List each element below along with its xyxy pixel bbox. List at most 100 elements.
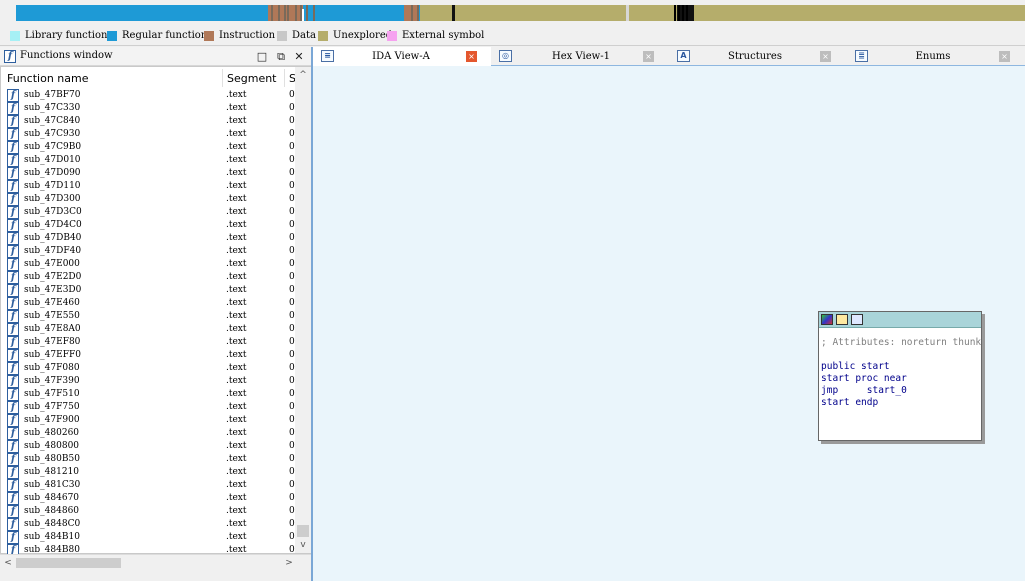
function-name: sub_4848C0 bbox=[24, 519, 81, 529]
code-line[interactable]: start endp bbox=[821, 397, 981, 409]
column-divider[interactable] bbox=[284, 69, 285, 87]
code-comment-line[interactable]: ; Attributes: noreturn thunk bbox=[821, 337, 981, 349]
scrollbar-thumb[interactable] bbox=[297, 525, 309, 537]
scroll-right-icon[interactable]: > bbox=[281, 555, 297, 571]
function-name: sub_481C30 bbox=[24, 480, 81, 490]
table-row[interactable]: fsub_47C840.text00 bbox=[1, 115, 295, 128]
function-icon: f bbox=[7, 141, 19, 154]
close-icon[interactable]: × bbox=[466, 51, 477, 62]
table-row[interactable]: fsub_481210.text00 bbox=[1, 466, 295, 479]
nav-segment bbox=[284, 5, 286, 21]
scroll-up-icon[interactable]: ^ bbox=[295, 67, 311, 83]
table-row[interactable]: fsub_47D090.text00 bbox=[1, 167, 295, 180]
horizontal-scrollbar[interactable]: < > bbox=[0, 554, 311, 570]
function-name: sub_47D090 bbox=[24, 168, 81, 178]
functions-window-titlebar[interactable]: f Functions window □ ⧉ ✕ bbox=[0, 47, 311, 66]
legend-label: Library function bbox=[25, 30, 108, 41]
table-row[interactable]: fsub_47EF80.text00 bbox=[1, 336, 295, 349]
nav-segment bbox=[686, 5, 688, 21]
restore-button[interactable]: ⧉ bbox=[273, 49, 289, 64]
tab-ida-view-a[interactable]: ≡ IDA View-A × bbox=[313, 47, 491, 66]
navigation-band[interactable] bbox=[0, 0, 1025, 26]
function-name: sub_481210 bbox=[24, 467, 80, 477]
table-row[interactable]: fsub_47F900.text00 bbox=[1, 414, 295, 427]
navigation-bar[interactable] bbox=[16, 5, 1025, 21]
functions-list-header: Function name Segment S bbox=[1, 67, 296, 89]
table-row[interactable]: fsub_47DB40.text00 bbox=[1, 232, 295, 245]
rename-icon[interactable] bbox=[836, 314, 848, 325]
tab-hex-view-1[interactable]: ◎ Hex View-1 × bbox=[491, 47, 669, 66]
ida-view-graph[interactable]: ; Attributes: noreturn thunk public start… bbox=[313, 66, 1025, 581]
color-icon[interactable] bbox=[821, 314, 833, 325]
scroll-left-icon[interactable]: < bbox=[0, 555, 16, 571]
function-name: sub_47E8A0 bbox=[24, 324, 81, 334]
scroll-down-icon[interactable]: v bbox=[295, 537, 311, 553]
table-row[interactable]: fsub_47F080.text00 bbox=[1, 362, 295, 375]
code-line[interactable] bbox=[821, 349, 981, 361]
column-divider[interactable] bbox=[222, 69, 223, 87]
column-header-segment[interactable]: Segment bbox=[227, 72, 277, 85]
nav-segment bbox=[278, 5, 280, 21]
close-icon[interactable]: × bbox=[820, 51, 831, 62]
table-row[interactable]: fsub_481C30.text00 bbox=[1, 479, 295, 492]
legend-item: Regular function bbox=[107, 30, 207, 41]
function-name: sub_47C930 bbox=[24, 129, 81, 139]
table-row[interactable]: fsub_47C9B0.text00 bbox=[1, 141, 295, 154]
table-row[interactable]: fsub_47D300.text00 bbox=[1, 193, 295, 206]
table-row[interactable]: fsub_480800.text00 bbox=[1, 440, 295, 453]
table-row[interactable]: fsub_480260.text00 bbox=[1, 427, 295, 440]
table-row[interactable]: fsub_4848C0.text00 bbox=[1, 518, 295, 531]
table-row[interactable]: fsub_47E8A0.text00 bbox=[1, 323, 295, 336]
table-row[interactable]: fsub_480B50.text00 bbox=[1, 453, 295, 466]
table-row[interactable]: fsub_47E000.text00 bbox=[1, 258, 295, 271]
vertical-scrollbar[interactable]: ^ v bbox=[295, 67, 311, 553]
close-icon[interactable]: × bbox=[643, 51, 654, 62]
code-line[interactable]: start proc near bbox=[821, 373, 981, 385]
table-row[interactable]: fsub_47BF70.text00 bbox=[1, 89, 295, 102]
tab-structures[interactable]: A Structures × bbox=[669, 47, 847, 66]
table-row[interactable]: fsub_47D110.text00 bbox=[1, 180, 295, 193]
function-name: sub_480260 bbox=[24, 428, 80, 438]
close-icon[interactable]: × bbox=[999, 51, 1010, 62]
function-segment: .text bbox=[226, 506, 247, 516]
table-row[interactable]: fsub_47E3D0.text00 bbox=[1, 284, 295, 297]
function-name: sub_47BF70 bbox=[24, 90, 81, 100]
table-row[interactable]: fsub_47D010.text00 bbox=[1, 154, 295, 167]
function-icon: f bbox=[7, 440, 19, 453]
table-row[interactable]: fsub_47E2D0.text00 bbox=[1, 271, 295, 284]
nav-segment bbox=[16, 5, 420, 21]
table-row[interactable]: fsub_47F510.text00 bbox=[1, 388, 295, 401]
tab-enums[interactable]: ≣ Enums × bbox=[847, 47, 1025, 66]
table-row[interactable]: fsub_484670.text00 bbox=[1, 492, 295, 505]
function-icon: f bbox=[7, 427, 19, 440]
table-row[interactable]: fsub_484B10.text00 bbox=[1, 531, 295, 544]
table-row[interactable]: fsub_47C330.text00 bbox=[1, 102, 295, 115]
table-row[interactable]: fsub_47E550.text00 bbox=[1, 310, 295, 323]
table-row[interactable]: fsub_47D4C0.text00 bbox=[1, 219, 295, 232]
table-row[interactable]: fsub_47C930.text00 bbox=[1, 128, 295, 141]
graph-node-start[interactable]: ; Attributes: noreturn thunk public start… bbox=[818, 311, 982, 441]
nav-segment bbox=[271, 5, 273, 21]
close-button[interactable]: ✕ bbox=[291, 49, 307, 64]
functions-list[interactable]: Function name Segment S f sub_47BF70 .text… bbox=[0, 66, 311, 555]
table-row[interactable]: fsub_47DF40.text00 bbox=[1, 245, 295, 258]
table-row[interactable]: fsub_47E460.text00 bbox=[1, 297, 295, 310]
function-icon: f bbox=[7, 323, 19, 336]
function-segment: .text bbox=[226, 441, 247, 451]
table-row[interactable]: fsub_47EFF0.text00 bbox=[1, 349, 295, 362]
table-row[interactable]: fsub_484860.text00 bbox=[1, 505, 295, 518]
minimize-button[interactable]: □ bbox=[254, 49, 270, 64]
function-name: sub_47C840 bbox=[24, 116, 81, 126]
graph-node-header[interactable] bbox=[819, 312, 981, 328]
code-line[interactable]: public start bbox=[821, 361, 981, 373]
column-header-function-name[interactable]: Function name bbox=[7, 72, 88, 85]
function-name: sub_47F900 bbox=[24, 415, 80, 425]
hex-icon: ◎ bbox=[499, 50, 512, 62]
table-row[interactable]: fsub_47F750.text00 bbox=[1, 401, 295, 414]
code-line[interactable]: jmp start_0 bbox=[821, 385, 981, 397]
table-row[interactable]: fsub_47D3C0.text00 bbox=[1, 206, 295, 219]
legend-swatch bbox=[318, 30, 328, 41]
table-row[interactable]: fsub_47F390.text00 bbox=[1, 375, 295, 388]
group-icon[interactable] bbox=[851, 314, 863, 325]
scrollbar-thumb[interactable] bbox=[16, 558, 121, 568]
